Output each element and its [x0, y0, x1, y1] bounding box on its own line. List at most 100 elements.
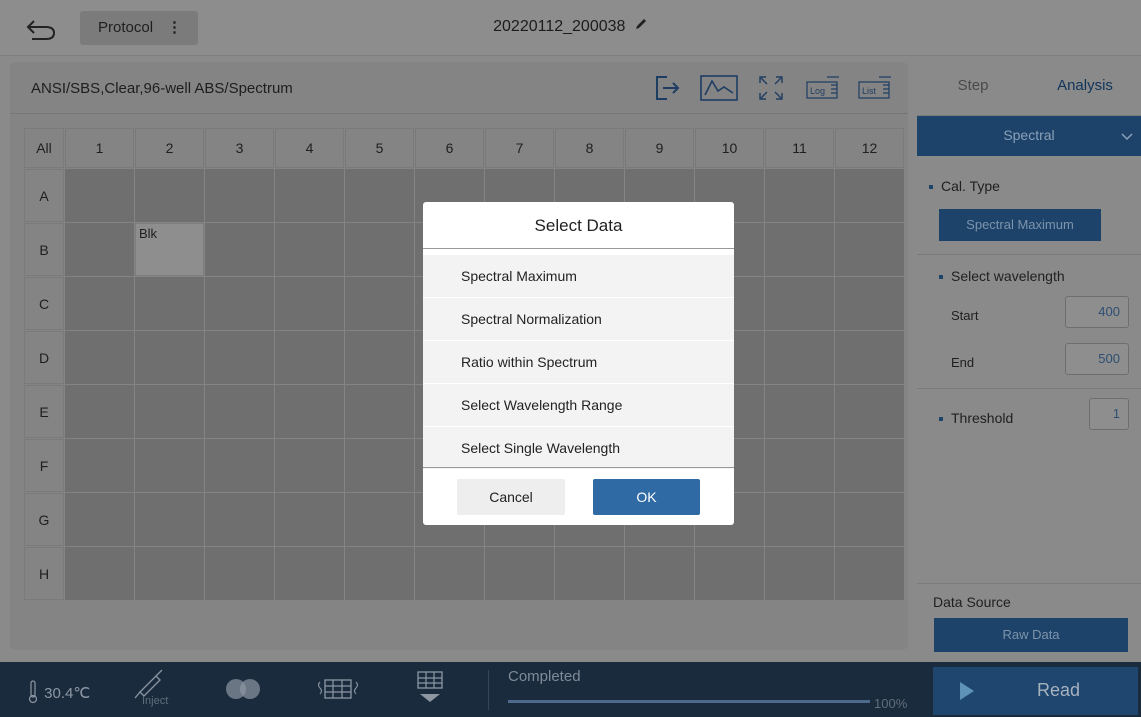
well-cell[interactable] — [765, 547, 834, 600]
well-cell[interactable] — [415, 547, 484, 600]
pencil-icon[interactable] — [634, 17, 648, 36]
well-cell[interactable] — [65, 223, 134, 276]
well-cell[interactable] — [765, 223, 834, 276]
well-cell[interactable] — [765, 277, 834, 330]
column-header[interactable]: 9 — [625, 128, 694, 168]
list-icon[interactable]: List — [856, 72, 894, 104]
row-header[interactable]: H — [24, 547, 64, 600]
row-header[interactable]: G — [24, 493, 64, 546]
well-cell[interactable] — [205, 169, 274, 222]
well-cell[interactable] — [205, 493, 274, 546]
read-button[interactable]: Read — [933, 667, 1138, 715]
well-cell[interactable] — [275, 331, 344, 384]
row-header[interactable]: B — [24, 223, 64, 276]
well-cell[interactable] — [135, 169, 204, 222]
well-cell[interactable] — [835, 331, 904, 384]
column-header[interactable]: 10 — [695, 128, 764, 168]
well-cell[interactable] — [65, 331, 134, 384]
well-cell[interactable] — [835, 439, 904, 492]
well-cell[interactable] — [345, 547, 414, 600]
ok-button[interactable]: OK — [593, 479, 700, 515]
option-ratio-within-spectrum[interactable]: Ratio within Spectrum — [423, 341, 734, 383]
column-header[interactable]: 3 — [205, 128, 274, 168]
well-cell[interactable] — [135, 439, 204, 492]
plate-shake-icon[interactable] — [316, 676, 360, 707]
well-cell[interactable] — [765, 169, 834, 222]
well-cell[interactable] — [765, 439, 834, 492]
start-wavelength-input[interactable]: 400 — [1065, 296, 1129, 328]
well-cell[interactable] — [275, 223, 344, 276]
well-cell[interactable] — [65, 547, 134, 600]
analysis-mode-dropdown[interactable]: Spectral — [917, 116, 1141, 156]
well-cell[interactable] — [345, 385, 414, 438]
log-icon[interactable]: Log — [804, 72, 842, 104]
tab-step[interactable]: Step — [917, 56, 1029, 115]
select-all-button[interactable]: All — [24, 128, 64, 168]
well-cell[interactable] — [345, 439, 414, 492]
well-cell[interactable] — [275, 169, 344, 222]
threshold-input[interactable]: 1 — [1089, 398, 1129, 430]
column-header[interactable]: 7 — [485, 128, 554, 168]
well-cell[interactable] — [65, 385, 134, 438]
column-header[interactable]: 5 — [345, 128, 414, 168]
well-cell[interactable] — [765, 331, 834, 384]
well-cell[interactable] — [835, 277, 904, 330]
well-cell[interactable] — [765, 385, 834, 438]
column-header[interactable]: 6 — [415, 128, 484, 168]
well-cell[interactable] — [205, 223, 274, 276]
well-cell[interactable] — [205, 547, 274, 600]
data-source-button[interactable]: Raw Data — [934, 618, 1128, 652]
option-spectral-maximum[interactable]: Spectral Maximum — [423, 255, 734, 297]
well-cell[interactable] — [275, 493, 344, 546]
well-cell[interactable] — [835, 169, 904, 222]
well-cell[interactable] — [65, 493, 134, 546]
column-header[interactable]: 11 — [765, 128, 834, 168]
row-header[interactable]: F — [24, 439, 64, 492]
inject-button[interactable]: Inject — [130, 668, 180, 713]
well-cell[interactable] — [135, 331, 204, 384]
well-cell[interactable] — [835, 385, 904, 438]
row-header[interactable]: C — [24, 277, 64, 330]
row-header[interactable]: D — [24, 331, 64, 384]
well-cell[interactable] — [65, 277, 134, 330]
well-cell[interactable] — [205, 439, 274, 492]
cal-type-button[interactable]: Spectral Maximum — [939, 209, 1101, 241]
well-cell[interactable]: Blk — [135, 223, 204, 276]
well-cell[interactable] — [345, 277, 414, 330]
column-header[interactable]: 1 — [65, 128, 134, 168]
row-header[interactable]: E — [24, 385, 64, 438]
tab-analysis[interactable]: Analysis — [1029, 56, 1141, 115]
well-cell[interactable] — [205, 385, 274, 438]
cancel-button[interactable]: Cancel — [457, 479, 565, 515]
well-cell[interactable] — [345, 493, 414, 546]
page-title[interactable]: 20220112_200038 — [0, 17, 1141, 36]
well-cell[interactable] — [345, 331, 414, 384]
well-cell[interactable] — [275, 439, 344, 492]
well-cell[interactable] — [135, 493, 204, 546]
well-cell[interactable] — [205, 277, 274, 330]
well-cell[interactable] — [65, 439, 134, 492]
well-cell[interactable] — [835, 223, 904, 276]
well-cell[interactable] — [345, 223, 414, 276]
row-header[interactable]: A — [24, 169, 64, 222]
well-cell[interactable] — [555, 547, 624, 600]
overlap-circles-icon[interactable] — [222, 676, 266, 707]
expand-icon[interactable] — [752, 72, 790, 104]
plate-eject-icon[interactable] — [412, 670, 448, 709]
well-cell[interactable] — [485, 547, 554, 600]
export-icon[interactable] — [648, 72, 686, 104]
column-header[interactable]: 4 — [275, 128, 344, 168]
option-select-single-wavelength[interactable]: Select Single Wavelength — [423, 427, 734, 469]
option-spectral-normalization[interactable]: Spectral Normalization — [423, 298, 734, 340]
well-cell[interactable] — [135, 385, 204, 438]
column-header[interactable]: 2 — [135, 128, 204, 168]
well-cell[interactable] — [275, 547, 344, 600]
well-cell[interactable] — [135, 277, 204, 330]
column-header[interactable]: 12 — [835, 128, 904, 168]
well-cell[interactable] — [765, 493, 834, 546]
option-select-wavelength-range[interactable]: Select Wavelength Range — [423, 384, 734, 426]
well-cell[interactable] — [835, 493, 904, 546]
end-wavelength-input[interactable]: 500 — [1065, 343, 1129, 375]
well-cell[interactable] — [625, 547, 694, 600]
well-cell[interactable] — [205, 331, 274, 384]
